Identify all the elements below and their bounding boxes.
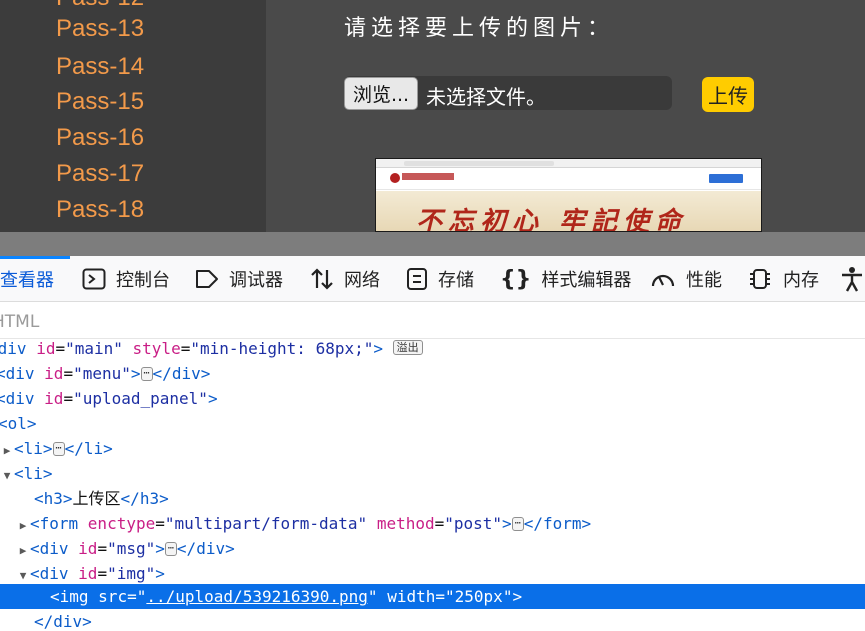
upload-button[interactable]: 上传 — [702, 77, 754, 112]
img-src-link[interactable]: ../upload/539216390.png — [146, 587, 368, 606]
tab-storage[interactable]: 存储 — [406, 256, 474, 302]
tree-row-img-selected[interactable]: <img src="../upload/539216390.png" width… — [0, 584, 865, 609]
menu-id-value: "menu" — [73, 364, 131, 383]
tab-memory-label: 内存 — [783, 270, 819, 291]
tab-inspector-label: 查看器 — [0, 270, 54, 291]
form-method-attr: method — [376, 514, 435, 533]
performance-gauge-icon — [650, 268, 676, 290]
style-editor-braces-icon: {} — [500, 266, 532, 292]
collapse-triangle-icon[interactable]: ▼ — [0, 463, 14, 488]
tab-network-label: 网络 — [344, 270, 380, 291]
msg-id-value: "msg" — [107, 539, 156, 558]
markup-panel-header: HTML — [0, 303, 865, 339]
tree-row-div-close[interactable]: </div> — [0, 609, 865, 631]
markup-tree: <div id="main" style="min-height: 68px;"… — [0, 339, 865, 631]
tree-row-msg[interactable]: ▶ <div id="msg"> ⋯ </div> — [0, 536, 865, 561]
markup-panel-title: HTML — [0, 312, 40, 332]
thumbnail-browser-toolbar — [376, 159, 761, 168]
menu-item-pass-13[interactable]: Pass-13 — [56, 17, 144, 41]
tree-row-main[interactable]: <div id="main" style="min-height: 68px;"… — [0, 336, 865, 361]
accessibility-icon — [840, 266, 864, 292]
main-tag-name: div — [0, 339, 27, 358]
tree-row-img-div[interactable]: ▼ <div id="img"> — [0, 561, 865, 586]
thumbnail-header-button — [709, 174, 743, 183]
collapsed-ellipsis[interactable]: ⋯ — [140, 367, 153, 381]
console-icon — [82, 268, 106, 290]
collapsed-ellipsis[interactable]: ⋯ — [52, 442, 65, 456]
tab-console-label: 控制台 — [116, 270, 170, 291]
tree-row-upload-panel[interactable]: <div id="upload_panel"> — [0, 386, 865, 411]
tab-active-indicator — [0, 256, 70, 259]
collapsed-ellipsis[interactable]: ⋯ — [511, 517, 524, 531]
expand-triangle-icon[interactable]: ▶ — [16, 538, 30, 563]
upload-prompt: 请选择要上传的图片： — [344, 16, 615, 41]
tab-style-editor-label: 样式编辑器 — [541, 270, 632, 291]
thumbnail-logo-text — [402, 173, 454, 180]
thumbnail-logo-icon — [390, 173, 400, 183]
tab-performance-label: 性能 — [686, 270, 722, 291]
storage-icon — [406, 267, 428, 291]
thumbnail-site-header — [376, 168, 761, 190]
tab-inspector[interactable]: 查看器 — [0, 256, 54, 302]
thumbnail-url-bar — [404, 161, 554, 166]
menu-item-pass-16[interactable]: Pass-16 — [56, 126, 144, 150]
img-id-value: "img" — [107, 564, 156, 583]
main-id-attr: id — [36, 339, 56, 358]
thumbnail-slogan: 不忘初心 牢記使命 — [416, 207, 688, 232]
tab-console[interactable]: 控制台 — [82, 256, 170, 302]
form-enctype-value: "multipart/form-data" — [164, 514, 368, 533]
collapsed-ellipsis[interactable]: ⋯ — [164, 542, 177, 556]
tab-network[interactable]: 网络 — [310, 256, 380, 302]
expand-triangle-icon[interactable]: ▶ — [16, 513, 30, 538]
upload-panel: 请选择要上传的图片： 浏览... 未选择文件。 上传 不忘初心 牢記使命 — [266, 0, 865, 232]
tab-memory[interactable]: 内存 — [747, 256, 819, 302]
browse-button[interactable]: 浏览... — [344, 77, 418, 110]
main-id-value: "main" — [65, 339, 123, 358]
main-style-value: "min-height: 68px;" — [190, 339, 374, 358]
tree-row-li-expanded[interactable]: ▼ <li> — [0, 461, 865, 486]
main-style-attr: style — [132, 339, 181, 358]
img-width-value: "250px" — [445, 587, 513, 606]
overflow-badge[interactable]: 溢出 — [392, 340, 423, 355]
devtools-toolbar: 查看器 控制台 调试器 网络 存储 {} 样式编辑器 性能 内存 — [0, 256, 865, 302]
img-src-attr: src — [98, 587, 128, 606]
menu-item-pass-18[interactable]: Pass-18 — [56, 198, 144, 222]
no-file-selected-label: 未选择文件。 — [426, 85, 546, 109]
tab-accessibility[interactable] — [840, 256, 865, 302]
img-width-attr: width — [387, 587, 436, 606]
h3-text: 上传区 — [72, 489, 121, 508]
network-arrows-icon — [310, 267, 334, 291]
tab-debugger-label: 调试器 — [229, 270, 283, 291]
devtools-splitter[interactable] — [0, 232, 865, 256]
tree-row-menu[interactable]: <div id="menu"> ⋯ </div> — [0, 361, 865, 386]
upload-panel-id-value: "upload_panel" — [73, 389, 208, 408]
tab-storage-label: 存储 — [438, 270, 474, 291]
menu-item-pass-14[interactable]: Pass-14 — [56, 55, 144, 79]
menu-item-pass-17[interactable]: Pass-17 — [56, 162, 144, 186]
tree-row-h3[interactable]: <h3>上传区</h3> — [0, 486, 865, 511]
tree-row-li-collapsed[interactable]: ▶ <li> ⋯ </li> — [0, 436, 865, 461]
menu-sidebar: Pass-12 Pass-13 Pass-14 Pass-15 Pass-16 … — [0, 0, 266, 232]
tab-style-editor[interactable]: {} 样式编辑器 — [500, 256, 631, 302]
form-method-value: "post" — [444, 514, 503, 533]
web-page-viewport: Pass-12 Pass-13 Pass-14 Pass-15 Pass-16 … — [0, 0, 865, 232]
tree-row-ol[interactable]: <ol> — [0, 411, 865, 436]
form-enctype-attr: enctype — [87, 514, 156, 533]
expand-triangle-icon[interactable]: ▶ — [0, 438, 14, 463]
uploaded-image-preview: 不忘初心 牢記使命 — [375, 158, 762, 232]
tree-row-form[interactable]: ▶ <form enctype="multipart/form-data" met… — [0, 511, 865, 536]
tab-debugger[interactable]: 调试器 — [195, 256, 283, 302]
memory-chip-icon — [747, 267, 773, 291]
debugger-icon — [195, 268, 219, 290]
menu-item-pass-15[interactable]: Pass-15 — [56, 90, 144, 114]
tab-performance[interactable]: 性能 — [650, 256, 722, 302]
menu-item-pass-12[interactable]: Pass-12 — [56, 0, 144, 10]
